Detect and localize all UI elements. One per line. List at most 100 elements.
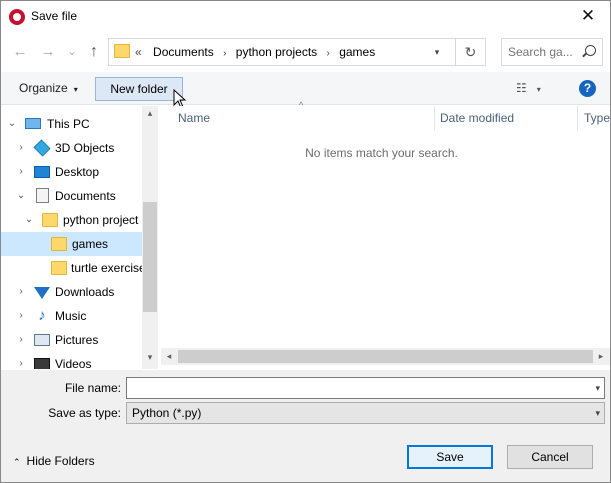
pictures-icon bbox=[34, 334, 50, 346]
overflow-icon[interactable]: « bbox=[135, 45, 142, 59]
search-box bbox=[501, 38, 603, 66]
navigation-bar: ← → ⌄ ↑ « Documents › python projects › … bbox=[1, 32, 610, 72]
save-as-type-value: Python (*.py) bbox=[132, 406, 202, 420]
save-file-dialog: Save file ✕ ← → ⌄ ↑ « Documents › python… bbox=[0, 0, 611, 483]
file-name-field: ▾ bbox=[126, 377, 605, 399]
tree-item-pictures[interactable]: › Pictures bbox=[1, 328, 142, 352]
scroll-down-icon[interactable]: ▾ bbox=[142, 352, 158, 363]
folder-icon bbox=[42, 213, 58, 227]
chevron-up-icon: ⌃ bbox=[13, 457, 21, 467]
save-button[interactable]: Save bbox=[407, 445, 493, 469]
title-bar: Save file ✕ bbox=[1, 1, 610, 32]
scroll-up-icon[interactable]: ▴ bbox=[142, 108, 158, 119]
scrollbar-thumb[interactable] bbox=[143, 202, 157, 312]
chevron-down-icon[interactable]: ⌄ bbox=[15, 184, 27, 208]
chevron-right-icon[interactable]: › bbox=[327, 48, 330, 59]
tree-item-label: Downloads bbox=[55, 285, 115, 299]
tree-item-python-projects[interactable]: ⌄ python project bbox=[1, 208, 142, 232]
save-as-type-label: Save as type: bbox=[48, 406, 121, 420]
breadcrumb-documents[interactable]: Documents bbox=[153, 45, 214, 59]
tree-item-label: Desktop bbox=[55, 165, 100, 179]
tree-item-downloads[interactable]: › Downloads bbox=[1, 280, 142, 304]
tree-item-label: This PC bbox=[47, 117, 90, 131]
chevron-right-icon[interactable]: › bbox=[15, 304, 27, 328]
videos-icon bbox=[34, 358, 50, 369]
column-header-name[interactable]: Name bbox=[172, 106, 435, 130]
breadcrumb-python-projects[interactable]: python projects bbox=[236, 45, 317, 59]
tree-item-desktop[interactable]: › Desktop bbox=[1, 160, 142, 184]
cancel-button[interactable]: Cancel bbox=[507, 445, 593, 469]
column-header-date-modified[interactable]: Date modified bbox=[434, 106, 578, 130]
command-bar: Organize ▾ New folder ☷ ▾ ? bbox=[1, 72, 610, 105]
folder-icon bbox=[51, 261, 67, 275]
empty-folder-message: No items match your search. bbox=[305, 146, 458, 160]
tree-item-label: Pictures bbox=[55, 333, 99, 347]
window-title: Save file bbox=[31, 9, 78, 23]
music-icon: ♪ bbox=[38, 307, 46, 324]
chevron-down-icon[interactable]: ▾ bbox=[427, 39, 447, 65]
hide-folders-toggle[interactable]: ⌃ Hide Folders bbox=[13, 454, 95, 468]
scroll-left-icon[interactable]: ◂ bbox=[161, 348, 177, 365]
save-as-type-select[interactable]: Python (*.py) ▾ bbox=[126, 402, 605, 424]
tree-item-documents[interactable]: ⌄ Documents bbox=[1, 184, 142, 208]
chevron-down-icon: ▾ bbox=[73, 85, 78, 94]
close-button[interactable]: ✕ bbox=[566, 1, 610, 32]
search-input[interactable] bbox=[502, 39, 574, 65]
scroll-right-icon[interactable]: ▸ bbox=[593, 348, 609, 365]
file-name-input[interactable] bbox=[127, 378, 567, 398]
chevron-right-icon[interactable]: › bbox=[223, 48, 226, 59]
computer-icon bbox=[25, 118, 41, 129]
refresh-icon[interactable]: ↻ bbox=[455, 39, 485, 65]
chevron-down-icon[interactable]: ⌄ bbox=[23, 208, 35, 232]
tree-item-music[interactable]: › ♪ Music bbox=[1, 304, 142, 328]
chevron-right-icon[interactable]: › bbox=[15, 352, 27, 369]
help-icon[interactable]: ? bbox=[579, 80, 596, 97]
tree-item-label: Documents bbox=[55, 189, 116, 203]
3d-objects-icon bbox=[33, 139, 51, 157]
tree-item-games[interactable]: games bbox=[1, 232, 142, 256]
tree-item-turtle-exercises[interactable]: turtle exercise bbox=[1, 256, 142, 280]
file-name-label: File name: bbox=[64, 381, 121, 395]
app-icon bbox=[9, 9, 25, 25]
scrollbar-thumb[interactable] bbox=[178, 350, 593, 363]
desktop-icon bbox=[34, 166, 50, 178]
hide-folders-label: Hide Folders bbox=[26, 454, 95, 468]
folder-icon bbox=[51, 237, 67, 251]
view-options-menu[interactable]: ☷ ▾ bbox=[516, 81, 541, 95]
address-bar[interactable]: « Documents › python projects › games ▾ … bbox=[108, 38, 486, 66]
breadcrumb-games[interactable]: games bbox=[339, 45, 375, 59]
tree-item-videos[interactable]: › Videos bbox=[1, 352, 142, 369]
view-list-icon: ☷ bbox=[516, 81, 527, 95]
folder-icon bbox=[114, 44, 130, 58]
documents-icon bbox=[36, 188, 49, 203]
chevron-down-icon: ▾ bbox=[595, 408, 600, 418]
back-arrow-icon[interactable]: ← bbox=[9, 41, 31, 63]
tree-item-label: Videos bbox=[55, 357, 92, 369]
tree-item-this-pc[interactable]: ⌄ This PC bbox=[1, 112, 142, 136]
chevron-right-icon[interactable]: › bbox=[15, 280, 27, 304]
chevron-down-icon[interactable]: ▾ bbox=[595, 378, 600, 398]
chevron-right-icon[interactable]: › bbox=[15, 328, 27, 352]
tree-item-label: Music bbox=[55, 309, 87, 323]
new-folder-button[interactable]: New folder bbox=[95, 77, 183, 101]
chevron-right-icon[interactable]: › bbox=[15, 160, 27, 184]
file-list-pane: ^ Name Date modified Type No items match… bbox=[161, 100, 610, 369]
up-arrow-icon[interactable]: ↑ bbox=[83, 41, 105, 63]
tree-vertical-scrollbar[interactable]: ▴ ▾ bbox=[142, 106, 158, 369]
tree-item-3d-objects[interactable]: › 3D Objects bbox=[1, 136, 142, 160]
chevron-down-icon[interactable]: ⌄ bbox=[6, 112, 18, 136]
file-list-horizontal-scrollbar[interactable]: ◂ ▸ bbox=[161, 348, 610, 365]
navigation-tree: ⌄ This PC › 3D Objects › Desktop ⌄ Docum… bbox=[1, 106, 158, 369]
recent-locations-icon[interactable]: ⌄ bbox=[61, 41, 83, 63]
organize-label: Organize bbox=[19, 81, 68, 95]
tree-item-label: turtle exercise bbox=[71, 261, 142, 275]
search-icon[interactable] bbox=[585, 45, 596, 56]
chevron-right-icon[interactable]: › bbox=[15, 136, 27, 160]
tree-item-label: games bbox=[72, 237, 109, 251]
tree-item-label: 3D Objects bbox=[55, 141, 115, 155]
tree-item-label: python project bbox=[63, 213, 139, 227]
forward-arrow-icon[interactable]: → bbox=[37, 41, 59, 63]
chevron-down-icon: ▾ bbox=[536, 85, 541, 94]
column-header-type[interactable]: Type bbox=[578, 106, 610, 130]
organize-menu[interactable]: Organize ▾ bbox=[19, 81, 78, 95]
